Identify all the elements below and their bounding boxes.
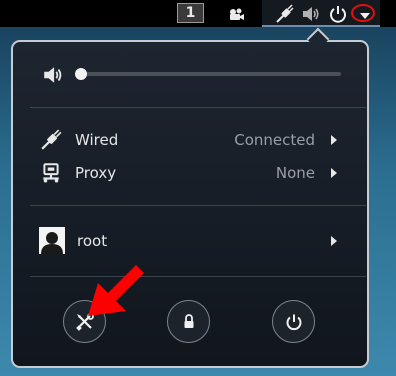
user-name[interactable]: root: [77, 232, 107, 250]
annotation-arrow: [88, 265, 144, 316]
separator: [30, 205, 366, 206]
wired-status: Connected: [234, 131, 315, 149]
separator: [30, 107, 366, 108]
volume-icon: [44, 67, 62, 83]
webcam-icon[interactable]: [226, 4, 246, 24]
avatar[interactable]: [39, 227, 65, 254]
user-silhouette-icon: [41, 232, 63, 254]
proxy-label[interactable]: Proxy: [75, 164, 116, 182]
chevron-right-icon[interactable]: [330, 135, 338, 145]
chevron-right-icon[interactable]: [330, 236, 338, 246]
proxy-icon: [43, 163, 59, 183]
network-wired-icon[interactable]: [274, 4, 294, 24]
volume-slider-handle[interactable]: [75, 68, 87, 80]
network-wired-icon: [41, 129, 62, 150]
workspace-indicator[interactable]: 1: [177, 3, 204, 23]
annotation-ring: [351, 4, 375, 22]
wired-label[interactable]: Wired: [75, 131, 118, 149]
proxy-status: None: [275, 164, 315, 182]
power-icon: [286, 314, 302, 331]
power-button[interactable]: [272, 300, 315, 343]
chevron-right-icon[interactable]: [330, 168, 338, 178]
lock-button[interactable]: [167, 300, 210, 343]
volume-icon[interactable]: [301, 4, 321, 24]
lock-icon: [184, 314, 194, 328]
power-icon[interactable]: [328, 4, 348, 24]
volume-slider[interactable]: [79, 72, 341, 76]
separator: [30, 276, 366, 277]
